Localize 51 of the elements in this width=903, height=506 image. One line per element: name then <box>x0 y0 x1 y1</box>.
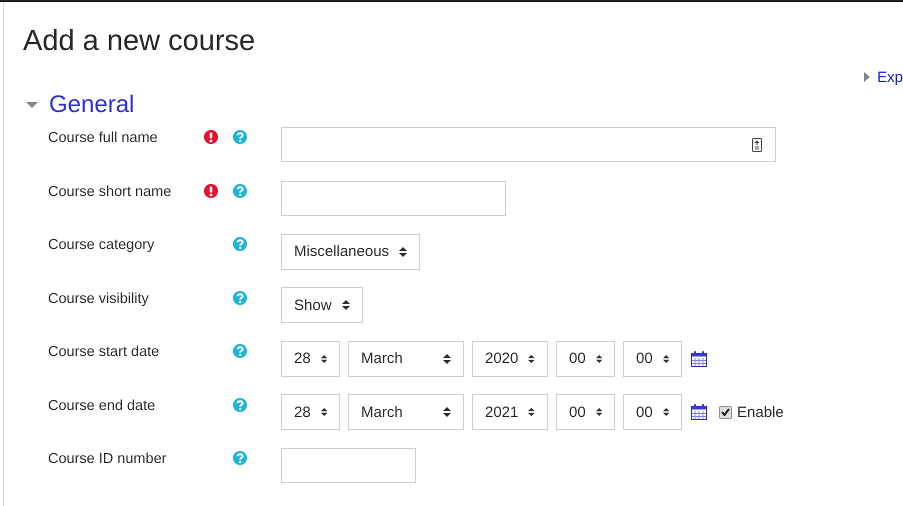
calendar-icon[interactable] <box>691 404 707 420</box>
check-icon <box>721 408 730 416</box>
caret-right-icon <box>864 72 870 82</box>
input-field[interactable] <box>281 180 506 216</box>
field-label: Course short name <box>48 184 172 202</box>
select-field[interactable]: Show <box>281 287 363 323</box>
input-field[interactable] <box>281 448 416 483</box>
help-icon[interactable] <box>233 184 247 198</box>
select-field[interactable]: 2021 <box>472 394 548 430</box>
sort-arrows-icon <box>443 354 451 364</box>
field-label: Course end date <box>48 398 156 416</box>
sort-arrows-icon <box>528 407 535 417</box>
select-field[interactable]: Miscellaneous <box>281 234 420 270</box>
select-field[interactable]: 28 <box>281 394 340 430</box>
help-icon[interactable] <box>233 451 247 465</box>
sort-arrows-icon <box>596 407 602 417</box>
sort-arrows-icon <box>662 407 669 417</box>
select-field[interactable]: 00 <box>556 394 615 430</box>
help-icon[interactable] <box>233 344 247 358</box>
sort-arrows-icon <box>320 354 327 364</box>
section-title[interactable]: General <box>49 91 134 119</box>
field-label: Course ID number <box>48 451 168 469</box>
input-field[interactable] <box>281 127 776 162</box>
page-title: Add a new course <box>23 24 256 58</box>
field-label: Course category <box>48 237 156 255</box>
expand-all-link[interactable]: Exp <box>877 68 903 86</box>
select-field[interactable]: 00 <box>623 394 682 430</box>
sort-arrows-icon <box>320 407 327 417</box>
caret-down-icon[interactable] <box>26 99 38 111</box>
select-field[interactable]: 28 <box>281 340 340 376</box>
field-label: Course start date <box>48 344 160 362</box>
sort-arrows-icon <box>596 354 602 364</box>
checkbox[interactable] <box>719 406 732 418</box>
sort-arrows-icon <box>443 407 451 417</box>
sort-arrows-icon <box>342 300 350 310</box>
field-label: Course visibility <box>48 290 150 308</box>
help-icon[interactable] <box>233 290 247 304</box>
help-icon[interactable] <box>233 398 247 412</box>
sort-arrows-icon <box>662 354 669 364</box>
select-field[interactable]: 00 <box>556 340 615 376</box>
sort-arrows-icon <box>528 354 535 364</box>
select-field[interactable]: 00 <box>623 340 682 376</box>
field-label: Course full name <box>48 130 159 148</box>
select-field[interactable]: March <box>348 394 464 430</box>
help-icon[interactable] <box>233 130 247 144</box>
checkbox-label: Enable <box>737 404 784 420</box>
select-field[interactable]: 2020 <box>472 340 548 376</box>
calendar-icon[interactable] <box>691 350 707 366</box>
sort-arrows-icon <box>399 246 408 256</box>
help-icon[interactable] <box>233 237 247 251</box>
select-field[interactable]: March <box>348 340 464 376</box>
